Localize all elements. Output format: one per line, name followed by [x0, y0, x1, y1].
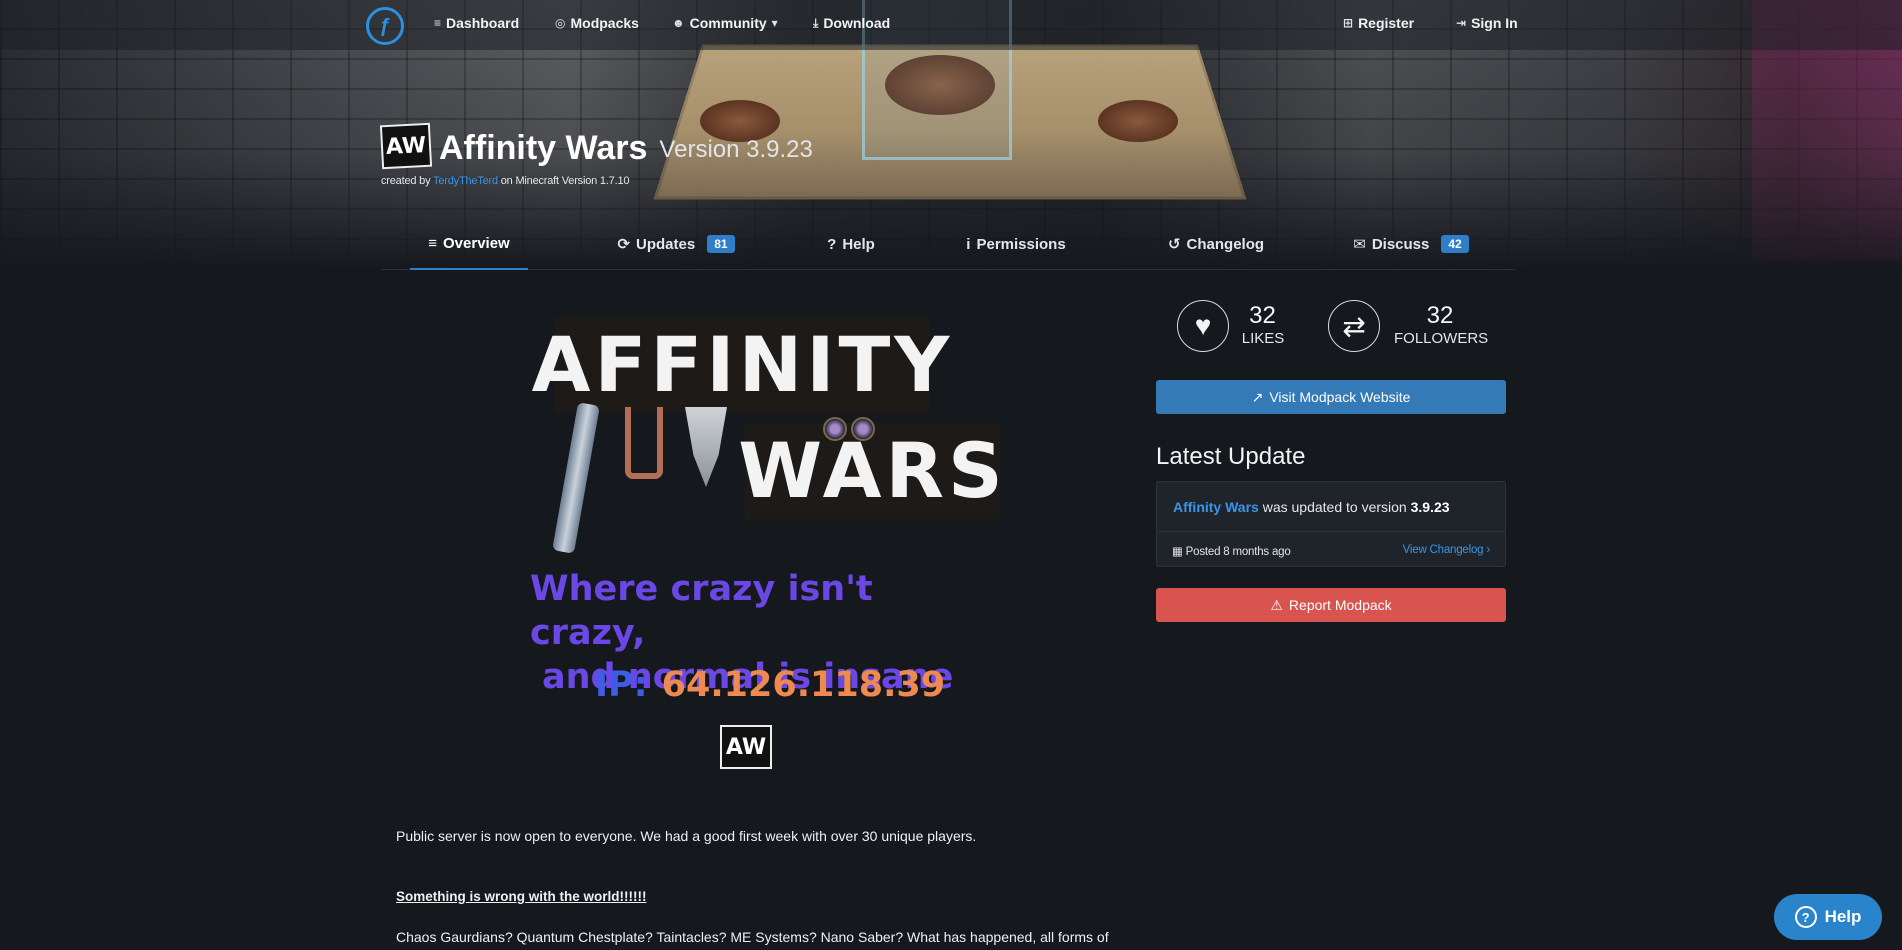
byline-suffix: on Minecraft Version 1.7.10 — [500, 175, 630, 187]
tab-overview[interactable]: ≡ Overview — [410, 218, 528, 270]
tab-changelog-label: Changelog — [1186, 235, 1265, 253]
tab-help[interactable]: ? Help — [801, 218, 901, 270]
sign-in-link[interactable]: ⇥ Sign In — [1456, 15, 1518, 31]
tab-discuss[interactable]: ✉ Discuss 42 — [1346, 218, 1476, 270]
like-button[interactable]: ♥ — [1177, 300, 1229, 352]
author-link[interactable]: TerdyTheTerd — [433, 175, 498, 187]
list-icon: ≡ — [428, 234, 438, 252]
hero-cookie-art — [1098, 100, 1178, 142]
nano-saber-icon — [552, 402, 600, 554]
tab-overview-label: Overview — [443, 234, 510, 252]
sign-in-icon: ⇥ — [1456, 16, 1467, 30]
posted-date: ▦ Posted 8 months ago — [1172, 544, 1291, 558]
banner-aw-logo: AW — [720, 725, 772, 769]
tagline-line-1: Where crazy isn't crazy, — [530, 569, 873, 653]
report-modpack-button[interactable]: ⚠ Report Modpack — [1156, 588, 1506, 622]
project-tabs: ≡ Overview ⟳ Updates 81 ? Help i Permiss… — [381, 218, 1515, 270]
drill-icon — [685, 407, 727, 487]
pack-byline: created by TerdyTheTerd on Minecraft Ver… — [381, 175, 629, 187]
pack-header: AW Affinity Wars Version 3.9.23 — [379, 122, 813, 170]
page-title: Affinity Wars — [439, 129, 648, 167]
updates-count-badge: 81 — [707, 235, 735, 253]
tab-updates-label: Updates — [636, 235, 696, 253]
server-ip: IP: 64.126.118.39 — [595, 665, 945, 705]
description-paragraph: Chaos Gaurdians? Quantum Chestplate? Tai… — [396, 929, 1109, 945]
posted-text: Posted 8 months ago — [1185, 546, 1291, 558]
tab-permissions-label: Permissions — [976, 235, 1066, 253]
visit-website-label: Visit Modpack Website — [1269, 389, 1411, 405]
nav-dashboard[interactable]: ≡ Dashboard — [434, 15, 519, 31]
calendar-icon: ▦ — [1172, 546, 1183, 558]
modpack-icon: ◎ — [555, 16, 566, 30]
tab-permissions[interactable]: i Permissions — [951, 218, 1081, 270]
external-link-icon: ↗ — [1251, 388, 1264, 405]
ip-value: 64.126.118.39 — [661, 665, 946, 705]
ip-label: IP: — [595, 665, 648, 705]
byline-prefix: created by — [381, 175, 431, 187]
followers-label: FOLLOWERS — [1394, 330, 1489, 347]
tab-updates[interactable]: ⟳ Updates 81 — [601, 218, 751, 270]
description-intro: Public server is now open to everyone. W… — [396, 828, 977, 844]
view-changelog-link[interactable]: View Changelog › — [1403, 544, 1491, 556]
register-label: Register — [1358, 15, 1415, 31]
report-label: Report Modpack — [1288, 597, 1392, 613]
tab-changelog[interactable]: ↺ Changelog — [1151, 218, 1281, 270]
nav-modpacks-label: Modpacks — [570, 15, 639, 31]
pack-logo: AW — [379, 122, 433, 170]
nav-modpacks[interactable]: ◎ Modpacks — [555, 15, 639, 31]
tab-discuss-label: Discuss — [1371, 235, 1430, 253]
nav-community-label: Community — [689, 15, 767, 31]
rss-icon: ≡ — [434, 16, 442, 30]
users-icon: ☻ — [672, 16, 685, 30]
site-logo-icon[interactable]: ƒ — [366, 7, 404, 45]
warning-icon: ⚠ — [1270, 596, 1283, 613]
nav-community[interactable]: ☻ Community ▾ — [672, 15, 778, 31]
discuss-count-badge: 42 — [1441, 235, 1469, 253]
help-label: Help — [1824, 907, 1862, 926]
description-heading: Something is wrong with the world!!!!!! — [396, 889, 647, 904]
register-link[interactable]: ⊞ Register — [1343, 15, 1414, 31]
plus-square-icon: ⊞ — [1343, 16, 1354, 30]
history-icon: ↺ — [1167, 236, 1181, 253]
update-pack-link[interactable]: Affinity Wars — [1173, 499, 1259, 515]
follow-button[interactable]: ⇄ — [1328, 300, 1380, 352]
top-navbar: ƒ ≡ Dashboard ◎ Modpacks ☻ Community ▾ ⤓… — [0, 0, 1902, 50]
update-text: was updated to version — [1262, 499, 1407, 515]
likes-label: LIKES — [1241, 330, 1285, 347]
question-icon: ? — [827, 235, 837, 253]
update-footer: ▦ Posted 8 months ago View Changelog › — [1157, 531, 1505, 567]
latest-update-heading: Latest Update — [1156, 443, 1306, 470]
refresh-icon: ⟳ — [617, 236, 631, 253]
retweet-icon: ⇄ — [1342, 310, 1366, 342]
nav-download-label: Download — [823, 15, 891, 31]
question-circle-icon: ? — [1794, 906, 1817, 928]
nav-download[interactable]: ⤓ Download — [813, 15, 890, 31]
latest-update-panel: Affinity Wars was updated to version 3.9… — [1156, 481, 1506, 567]
heart-icon: ♥ — [1194, 310, 1212, 341]
floating-help-button[interactable]: ? Help — [1774, 894, 1882, 940]
chevron-down-icon: ▾ — [771, 16, 778, 30]
goggles-icon — [823, 417, 877, 441]
visit-website-button[interactable]: ↗ Visit Modpack Website — [1156, 380, 1506, 414]
likes-count: 32 — [1249, 302, 1276, 329]
update-summary: Affinity Wars was updated to version 3.9… — [1173, 499, 1450, 515]
pack-banner-image: AFFINITY WARS Where crazy isn't crazy, a… — [530, 305, 1003, 775]
followers-count: 32 — [1426, 302, 1454, 329]
sign-in-label: Sign In — [1471, 15, 1518, 31]
comments-icon: ✉ — [1353, 236, 1366, 253]
tab-help-label: Help — [842, 235, 875, 253]
banner-word-affinity: AFFINITY — [532, 317, 949, 413]
download-icon: ⤓ — [813, 15, 819, 30]
nav-dashboard-label: Dashboard — [446, 15, 520, 31]
update-version: 3.9.23 — [1410, 499, 1450, 515]
info-icon: i — [966, 235, 971, 253]
pack-version: Version 3.9.23 — [659, 136, 813, 163]
claw-icon — [625, 407, 663, 479]
